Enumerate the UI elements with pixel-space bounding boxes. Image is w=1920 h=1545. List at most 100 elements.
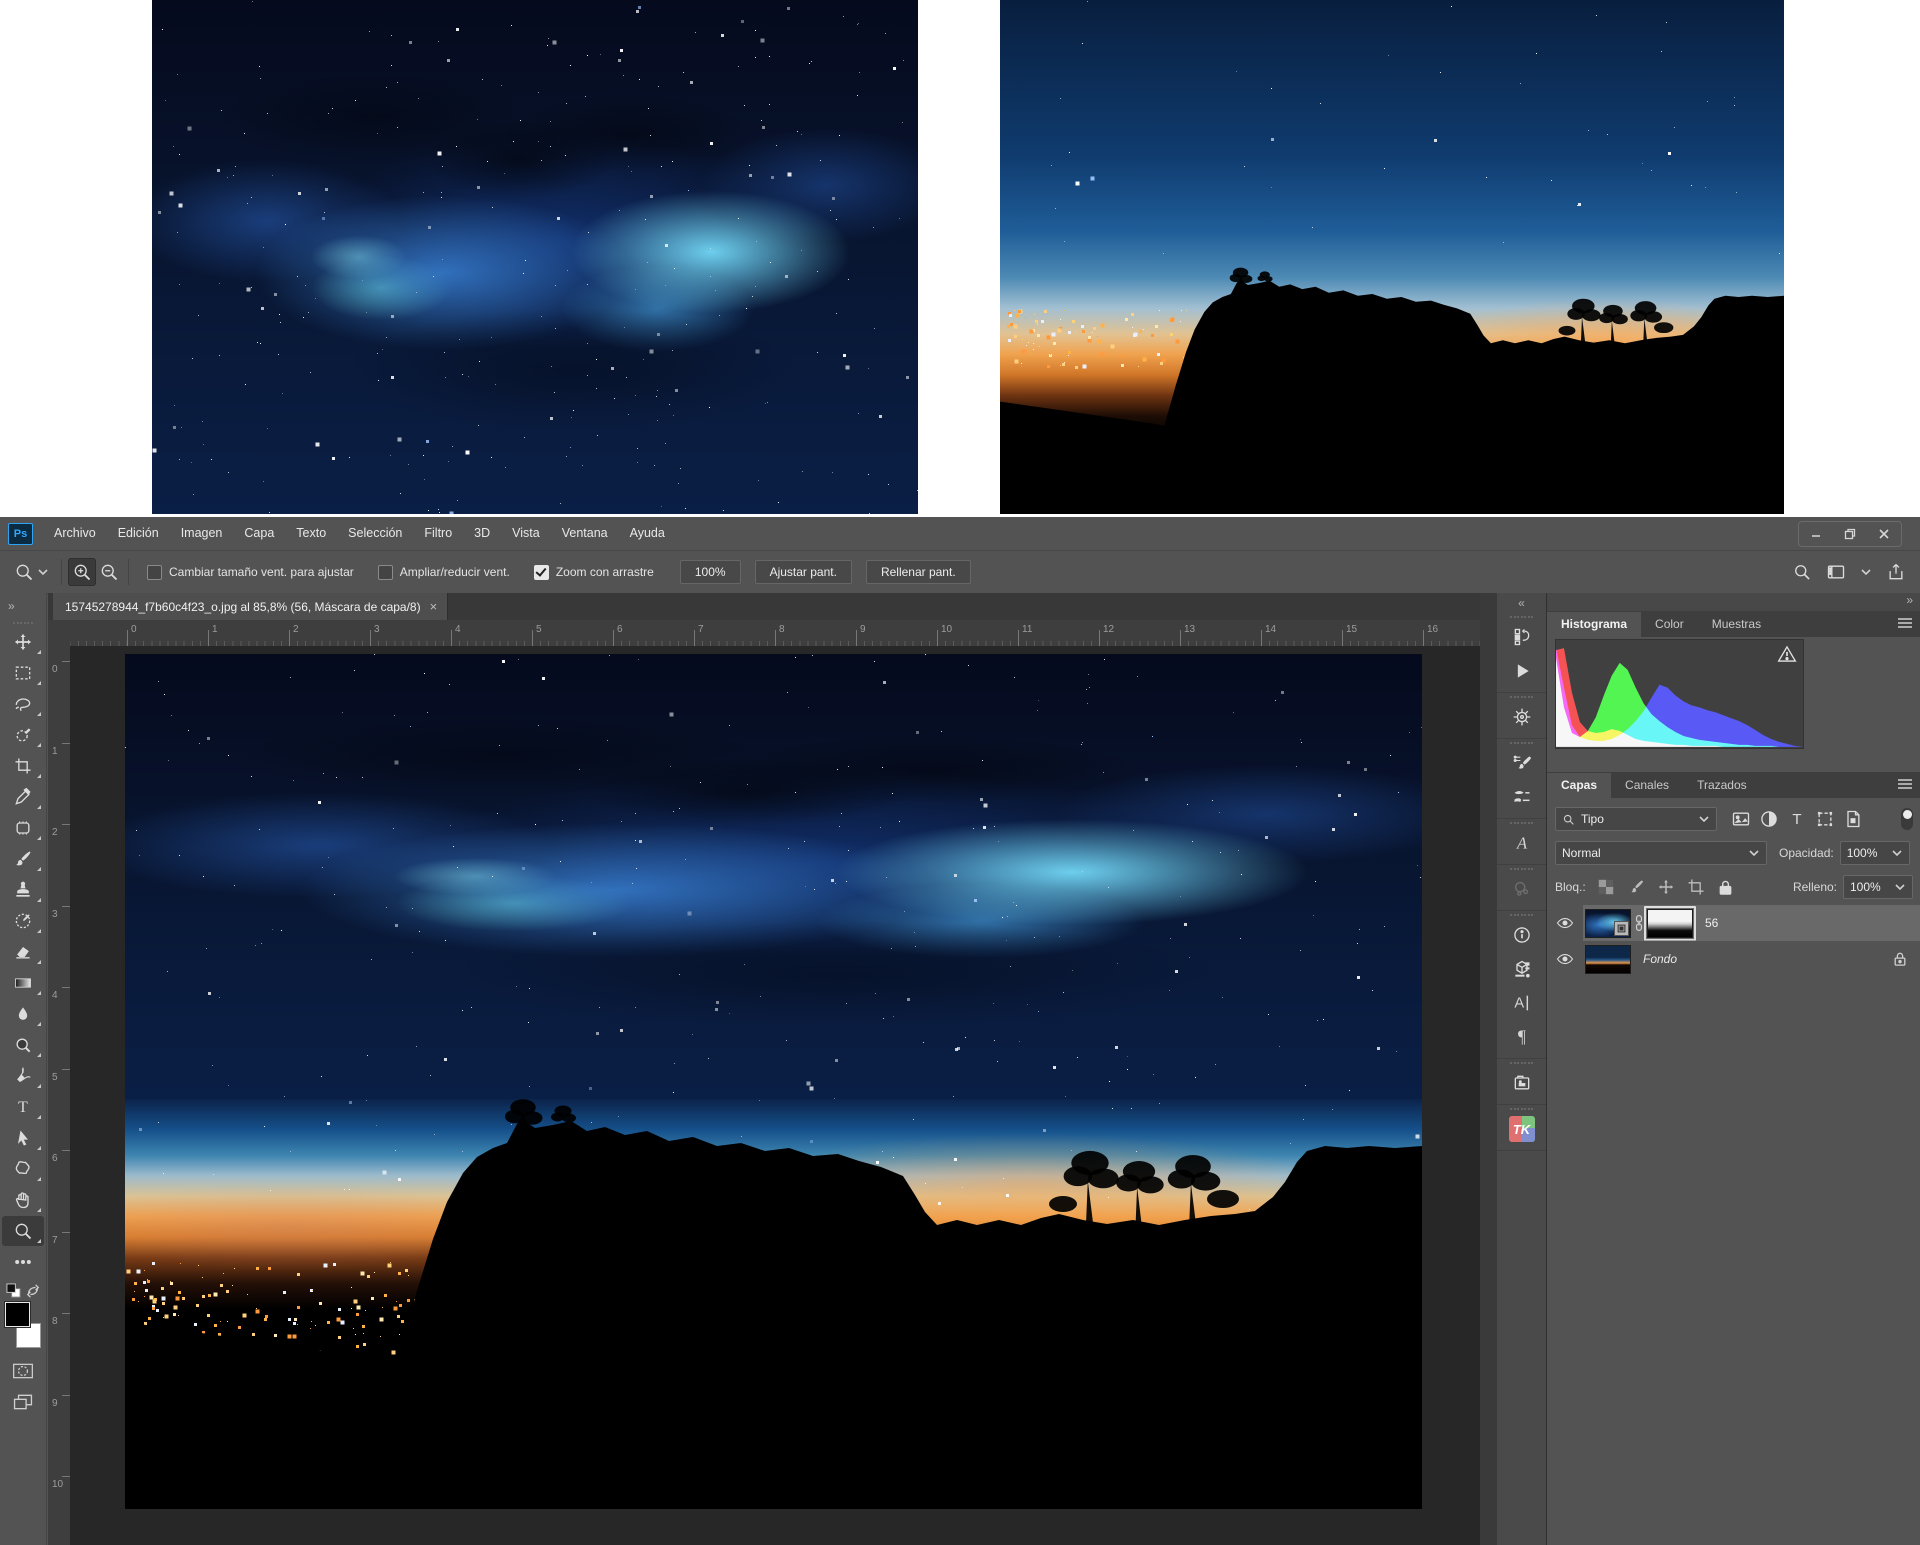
filter-pixel-icon[interactable]: [1729, 809, 1753, 829]
tab-muestras[interactable]: Muestras: [1698, 612, 1775, 637]
layer-mask-thumbnail[interactable]: [1647, 909, 1693, 938]
clone-stamp-tool[interactable]: [2, 875, 44, 905]
history-panel-icon[interactable]: [1497, 620, 1546, 654]
tool-preset-chevron-icon[interactable]: [37, 566, 49, 578]
lock-transparent-icon[interactable]: [1594, 877, 1618, 897]
close-tab-icon[interactable]: ×: [430, 599, 438, 614]
menu-ventana[interactable]: Ventana: [551, 517, 619, 550]
custom-shape-tool[interactable]: [2, 1154, 44, 1184]
eyedropper-tool[interactable]: [2, 782, 44, 812]
libraries-panel-icon[interactable]: [1497, 872, 1546, 906]
blur-tool[interactable]: [2, 999, 44, 1029]
panel-menu-icon[interactable]: [1897, 617, 1913, 629]
fill-screen-button[interactable]: Rellenar pant.: [866, 560, 971, 584]
path-selection-tool[interactable]: [2, 1123, 44, 1153]
menu-edición[interactable]: Edición: [107, 517, 170, 550]
canvas-image[interactable]: [125, 654, 1422, 1509]
chevron-down-icon[interactable]: [1860, 566, 1872, 578]
layer-name[interactable]: Fondo: [1643, 952, 1677, 966]
zoom-100-button[interactable]: 100%: [680, 560, 741, 584]
warning-icon[interactable]: [1777, 645, 1797, 663]
menu-vista[interactable]: Vista: [501, 517, 551, 550]
menu-filtro[interactable]: Filtro: [413, 517, 463, 550]
layer-row-fondo[interactable]: Fondo: [1547, 941, 1920, 977]
option-checkbox-0[interactable]: Cambiar tamaño vent. para ajustar: [147, 565, 354, 580]
layer-thumbnail[interactable]: [1585, 945, 1631, 974]
actions-play-panel-icon[interactable]: [1497, 654, 1546, 688]
tk-panel-panel-icon[interactable]: TK: [1497, 1112, 1546, 1146]
collapse-toolbar-icon[interactable]: »: [0, 593, 46, 619]
paragraph-panel-icon[interactable]: ¶: [1497, 1020, 1546, 1054]
filter-type-icon[interactable]: T: [1785, 809, 1809, 829]
lock-position-icon[interactable]: [1654, 877, 1678, 897]
type-tool[interactable]: T: [2, 1092, 44, 1122]
fit-screen-button[interactable]: Ajustar pant.: [755, 560, 852, 584]
move-tool[interactable]: [2, 627, 44, 657]
menu-selección[interactable]: Selección: [337, 517, 413, 550]
glyphs-panel-icon[interactable]: A: [1497, 826, 1546, 860]
panel-menu-icon[interactable]: [1897, 778, 1913, 790]
brushes-panel-icon[interactable]: [1497, 780, 1546, 814]
layer-thumbnail[interactable]: [1585, 909, 1631, 938]
menu-texto[interactable]: Texto: [285, 517, 337, 550]
brush-tool[interactable]: [2, 844, 44, 874]
menu-capa[interactable]: Capa: [233, 517, 285, 550]
screen-mode-button[interactable]: [2, 1387, 44, 1417]
document-tab[interactable]: 15745278944_f7b60c4f23_o.jpg al 85,8% (5…: [53, 593, 448, 620]
option-checkbox-1[interactable]: Ampliar/reducir vent.: [378, 565, 510, 580]
zoom-out-button[interactable]: [96, 559, 122, 585]
close-button[interactable]: [1867, 522, 1901, 546]
quick-mask-button[interactable]: [2, 1356, 44, 1386]
menu-imagen[interactable]: Imagen: [170, 517, 234, 550]
quick-selection-tool[interactable]: [2, 720, 44, 750]
dodge-tool[interactable]: [2, 1030, 44, 1060]
character-panel-icon[interactable]: A: [1497, 986, 1546, 1020]
tab-color[interactable]: Color: [1641, 612, 1698, 637]
default-colors-icon[interactable]: [6, 1283, 21, 1298]
tab-capas[interactable]: Capas: [1547, 773, 1611, 798]
search-icon[interactable]: [1792, 562, 1812, 582]
history-brush-tool[interactable]: [2, 906, 44, 936]
tab-trazados[interactable]: Trazados: [1683, 773, 1761, 798]
layer-row-56[interactable]: 56: [1547, 905, 1920, 941]
menu-3d[interactable]: 3D: [463, 517, 501, 550]
menu-archivo[interactable]: Archivo: [43, 517, 107, 550]
filter-shape-icon[interactable]: [1813, 809, 1837, 829]
navigator-wheel-panel-icon[interactable]: [1497, 700, 1546, 734]
collapse-dock-icon[interactable]: «: [1497, 593, 1546, 613]
info-panel-icon[interactable]: [1497, 918, 1546, 952]
hand-tool[interactable]: [2, 1185, 44, 1215]
menu-ayuda[interactable]: Ayuda: [619, 517, 676, 550]
workspace-icon[interactable]: [1826, 562, 1846, 582]
edit-toolbar[interactable]: [2, 1247, 44, 1277]
layer-filter-combo[interactable]: Tipo: [1555, 807, 1717, 831]
layer-name[interactable]: 56: [1705, 916, 1718, 930]
opacity-combo[interactable]: 100%: [1840, 841, 1910, 865]
patch-tool[interactable]: [2, 813, 44, 843]
visibility-eye-icon[interactable]: [1547, 953, 1583, 965]
canvas-viewport[interactable]: [70, 646, 1480, 1545]
mask-link-icon[interactable]: [1634, 914, 1644, 932]
gradient-tool[interactable]: [2, 968, 44, 998]
zoom-tool-icon[interactable]: [14, 562, 34, 582]
lock-pixels-icon[interactable]: [1624, 877, 1648, 897]
share-icon[interactable]: [1886, 562, 1906, 582]
zoom-tool[interactable]: [2, 1216, 44, 1246]
filter-toggle[interactable]: [1901, 808, 1913, 830]
materials-3d-panel-icon[interactable]: [1497, 952, 1546, 986]
fill-combo[interactable]: 100%: [1843, 875, 1913, 899]
lasso-tool[interactable]: [2, 689, 44, 719]
blend-mode-combo[interactable]: Normal: [1555, 841, 1767, 865]
crop-tool[interactable]: [2, 751, 44, 781]
brush-settings-panel-icon[interactable]: [1497, 746, 1546, 780]
visibility-eye-icon[interactable]: [1547, 917, 1583, 929]
eraser-tool[interactable]: [2, 937, 44, 967]
photo-library-panel-icon[interactable]: [1497, 1066, 1546, 1100]
foreground-color-swatch[interactable]: [5, 1302, 30, 1327]
option-checkbox-2[interactable]: Zoom con arrastre: [534, 565, 654, 580]
swap-colors-icon[interactable]: [26, 1284, 40, 1298]
pen-tool[interactable]: [2, 1061, 44, 1091]
marquee-tool[interactable]: [2, 658, 44, 688]
lock-all-icon[interactable]: [1714, 877, 1738, 897]
photoshop-logo[interactable]: Ps: [8, 523, 33, 545]
